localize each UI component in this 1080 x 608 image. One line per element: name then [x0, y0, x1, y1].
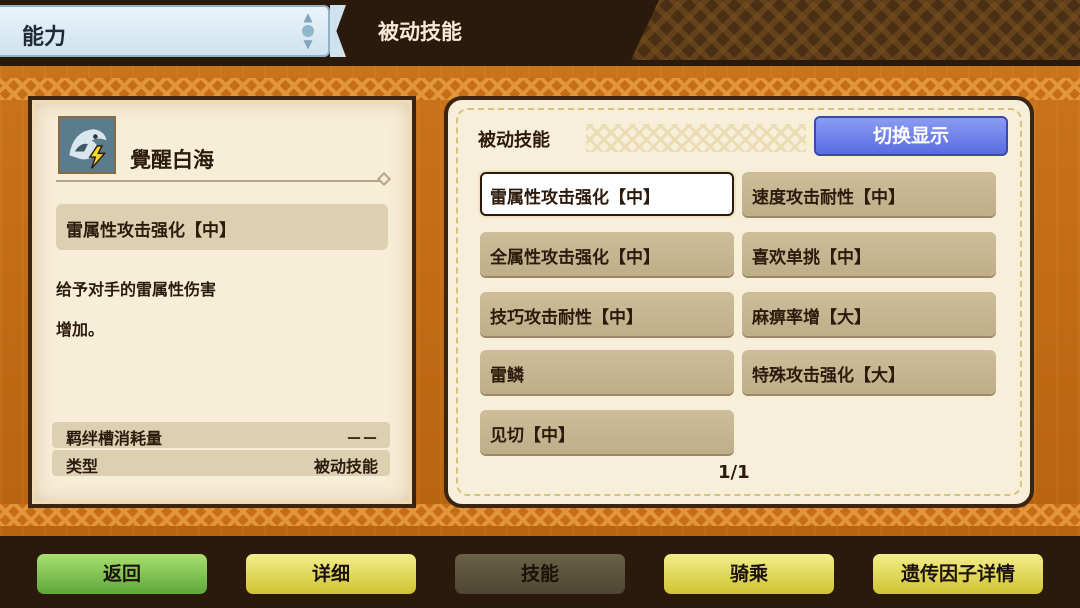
skill-description: 给予对手的雷属性伤害 增加。: [56, 280, 217, 339]
skill-label: 速度攻击耐性【中】: [752, 188, 905, 208]
bond-cost-label: 羁绊槽消耗量: [66, 429, 163, 448]
toggle-display-button[interactable]: 切换显示: [814, 116, 1008, 156]
ride-button[interactable]: 骑乘: [661, 551, 837, 597]
header-pattern: [615, 0, 1080, 60]
skills-panel: 被动技能 切换显示 雷属性攻击强化【中】 速度攻击耐性【中】 全属性攻击强化【中…: [444, 96, 1034, 508]
skill-label: 特殊攻击强化【大】: [752, 366, 905, 386]
skill-label: 喜欢单挑【中】: [752, 248, 871, 268]
skill-label: 技巧攻击耐性【中】: [490, 308, 643, 328]
skill-button[interactable]: 麻痹率增【大】: [742, 292, 996, 336]
skill-button[interactable]: 见切【中】: [480, 410, 734, 454]
selected-skill-label: 雷属性攻击强化【中】: [66, 221, 236, 241]
skill-label: 全属性攻击强化【中】: [490, 248, 660, 268]
back-button[interactable]: 返回: [34, 551, 210, 597]
skill-button[interactable]: 技巧攻击耐性【中】: [480, 292, 734, 336]
skills-panel-title: 被动技能: [478, 130, 550, 151]
skill-button[interactable]: 喜欢单挑【中】: [742, 232, 996, 276]
category-selector[interactable]: 能力 ▲ ▼: [0, 5, 330, 57]
skills-tab-button[interactable]: 技能: [452, 551, 628, 597]
skill-detail-card: 覺醒白海 雷属性攻击强化【中】 给予对手的雷属性伤害 增加。 羁绊槽消耗量 －－…: [28, 96, 416, 508]
skill-button[interactable]: 雷鳞: [480, 350, 734, 394]
skill-label: 雷属性攻击强化【中】: [490, 188, 660, 208]
genes-details-button[interactable]: 遗传因子详情: [870, 551, 1046, 597]
type-row: 类型 被动技能: [52, 450, 390, 476]
divider-ornament: [376, 171, 392, 187]
details-button[interactable]: 详细: [243, 551, 419, 597]
page-indicator: 1/1: [718, 462, 750, 483]
type-value: 被动技能: [313, 457, 378, 476]
selected-skill-name: 雷属性攻击强化【中】: [56, 204, 388, 250]
skill-label: 雷鳞: [490, 366, 524, 386]
skill-label: 见切【中】: [490, 426, 575, 446]
skill-button[interactable]: 雷属性攻击强化【中】: [480, 172, 734, 216]
divider: [56, 180, 386, 182]
bond-cost-row: 羁绊槽消耗量 －－: [52, 422, 390, 448]
skill-button[interactable]: 速度攻击耐性【中】: [742, 172, 996, 216]
monster-name: 覺醒白海: [130, 148, 214, 172]
type-label: 类型: [66, 457, 99, 476]
skill-button[interactable]: 特殊攻击强化【大】: [742, 350, 996, 394]
bond-cost-value: －－: [345, 429, 378, 448]
monster-icon: [58, 116, 116, 174]
category-label: 能力: [22, 25, 67, 50]
zinogre-thunder-icon: [60, 118, 114, 172]
skill-label: 麻痹率增【大】: [752, 308, 871, 328]
skill-button[interactable]: 全属性攻击强化【中】: [480, 232, 734, 276]
screen-title: 被动技能: [378, 20, 462, 44]
header-pattern: [586, 124, 806, 152]
updown-arrows-icon[interactable]: ▲ ▼: [300, 11, 316, 51]
